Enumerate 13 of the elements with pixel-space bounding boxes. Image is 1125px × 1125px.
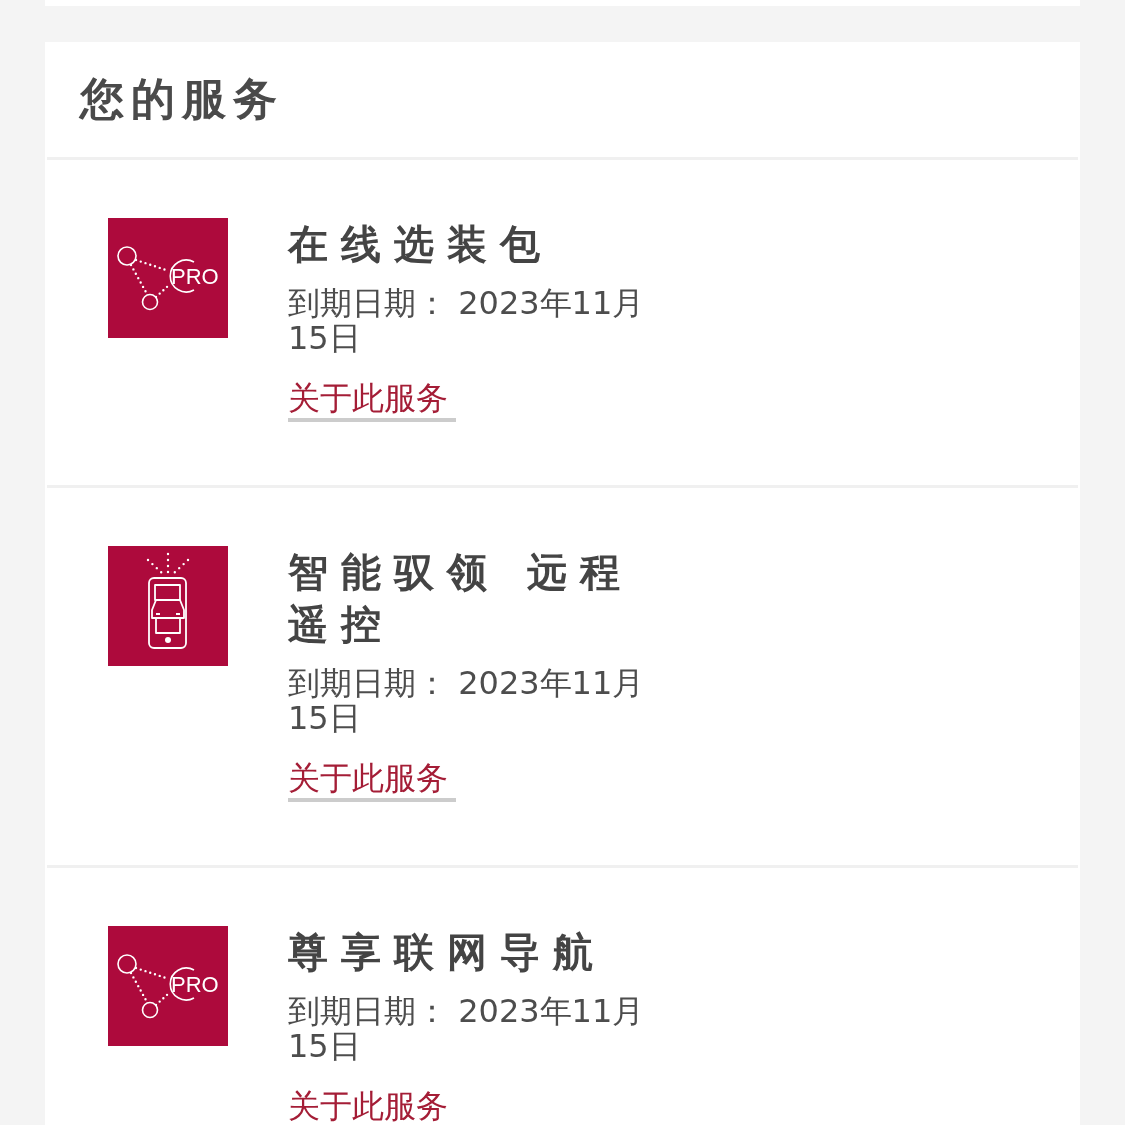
expiry-date: 到期日期： 2023年11月15日 (288, 286, 646, 356)
pro-label: PRO (171, 264, 219, 289)
expiry-date: 到期日期： 2023年11月15日 (288, 994, 646, 1064)
pro-label: PRO (171, 972, 219, 997)
service-name: 尊享联网导航 (288, 928, 606, 977)
service-name: 智能驭领 远程遥控 (288, 548, 634, 649)
about-service-link[interactable]: 关于此服务 (288, 758, 456, 802)
about-service-link[interactable]: 关于此服务 (288, 1086, 456, 1125)
expiry-date: 到期日期： 2023年11月15日 (288, 666, 646, 736)
section-title: 您的服务 (80, 73, 284, 126)
service-name: 在线选装包 (288, 220, 553, 269)
phone-car-icon (108, 546, 228, 666)
about-service-link[interactable]: 关于此服务 (288, 378, 456, 422)
